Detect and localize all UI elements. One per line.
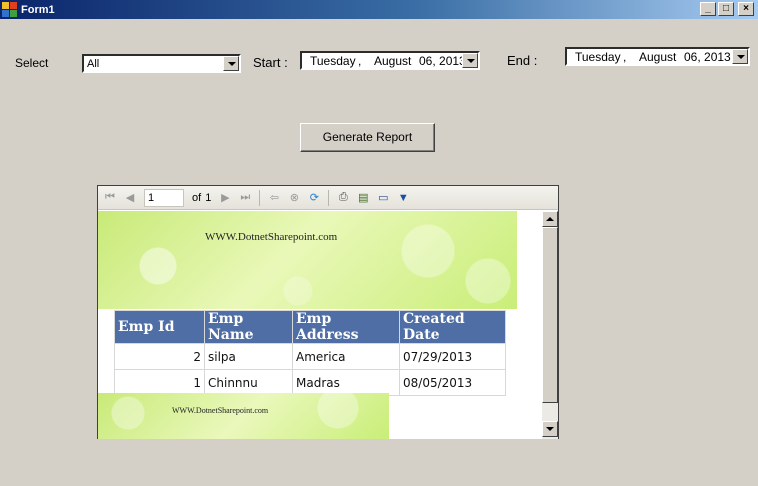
close-button[interactable]: × <box>738 2 754 16</box>
cell-created-date: 07/29/2013 <box>399 343 506 370</box>
export-save-icon[interactable]: ▼ <box>395 190 411 206</box>
chevron-down-icon[interactable] <box>223 56 239 71</box>
cell-emp-id: 1 <box>114 369 205 396</box>
page-setup-icon[interactable]: ▭ <box>375 190 391 206</box>
scroll-down-icon[interactable] <box>542 421 558 437</box>
window-title: Form1 <box>21 3 55 16</box>
select-value: All <box>87 58 100 70</box>
print-icon[interactable]: ⎙ <box>335 190 351 206</box>
cell-emp-name: silpa <box>204 343 293 370</box>
col-header-emp-name: Emp Name <box>204 310 293 344</box>
cell-created-date: 08/05/2013 <box>399 369 506 396</box>
report-content: WWW.DotnetSharepoint.com Emp Id Emp Name… <box>98 211 543 439</box>
page-number-input[interactable]: 1 <box>144 188 184 207</box>
window-titlebar[interactable]: Form1 _ □ × <box>0 0 758 19</box>
start-sep: , <box>358 54 362 68</box>
prev-page-icon[interactable]: ◀ <box>122 190 138 206</box>
last-page-icon[interactable]: ⏭ <box>237 190 253 206</box>
report-toolbar: ⏮ ◀ 1 of 1 ▶ ⏭ ⇦ ⊗ ⟳ ⎙ ▤ ▭ ▼ <box>98 186 558 210</box>
toolbar-divider <box>328 189 330 206</box>
select-label: Select <box>15 56 49 70</box>
cell-emp-address: Madras <box>292 369 400 396</box>
app-icon <box>2 1 18 18</box>
start-month: August <box>374 54 412 68</box>
header-banner-text: WWW.DotnetSharepoint.com <box>205 231 338 243</box>
cell-emp-name: Chinnnu <box>204 369 293 396</box>
page-of-label: of <box>192 191 202 204</box>
end-label: End : <box>507 53 538 68</box>
start-day: Tuesday <box>310 54 356 68</box>
end-day: Tuesday <box>575 50 621 64</box>
start-date: 06, 2013 <box>419 54 466 68</box>
start-label: Start : <box>253 55 288 70</box>
select-combobox[interactable]: All <box>82 54 241 73</box>
back-icon[interactable]: ⇦ <box>266 190 282 206</box>
end-sep: , <box>623 50 627 64</box>
employee-table: Emp Id Emp Name Emp Address Created Date… <box>114 310 506 396</box>
next-page-icon[interactable]: ▶ <box>217 190 233 206</box>
footer-banner-text: WWW.DotnetSharepoint.com <box>172 406 269 415</box>
scroll-up-icon[interactable] <box>542 211 558 227</box>
end-date: 06, 2013 <box>684 50 731 64</box>
print-layout-icon[interactable]: ▤ <box>355 190 371 206</box>
end-month: August <box>639 50 677 64</box>
end-date-picker[interactable]: Tuesday , August 06, 2013 <box>565 47 750 66</box>
footer-banner: WWW.DotnetSharepoint.com <box>98 393 389 439</box>
toolbar-divider <box>259 189 261 206</box>
table-row: 2 silpa America 07/29/2013 <box>114 343 506 370</box>
table-row: 1 Chinnnu Madras 08/05/2013 <box>114 369 506 396</box>
start-date-picker[interactable]: Tuesday , August 06, 2013 <box>300 51 480 70</box>
report-viewer: ⏮ ◀ 1 of 1 ▶ ⏭ ⇦ ⊗ ⟳ ⎙ ▤ ▭ ▼ WWW.DotnetS… <box>97 185 559 439</box>
col-header-emp-address: Emp Address <box>292 310 400 344</box>
chevron-down-icon[interactable] <box>462 53 478 68</box>
minimize-button[interactable]: _ <box>700 2 716 16</box>
chevron-down-icon[interactable] <box>732 49 748 64</box>
vertical-scrollbar[interactable] <box>542 211 558 439</box>
generate-report-button[interactable]: Generate Report <box>300 123 435 152</box>
scroll-thumb[interactable] <box>542 227 558 403</box>
cell-emp-address: America <box>292 343 400 370</box>
col-header-created-date: Created Date <box>399 310 506 344</box>
stop-icon[interactable]: ⊗ <box>286 190 302 206</box>
refresh-icon[interactable]: ⟳ <box>306 190 322 206</box>
first-page-icon[interactable]: ⏮ <box>102 190 118 206</box>
cell-emp-id: 2 <box>114 343 205 370</box>
header-banner: WWW.DotnetSharepoint.com <box>98 211 517 309</box>
page-total-label: 1 <box>205 191 212 204</box>
col-header-emp-id: Emp Id <box>114 310 205 344</box>
maximize-button[interactable]: □ <box>718 2 734 16</box>
